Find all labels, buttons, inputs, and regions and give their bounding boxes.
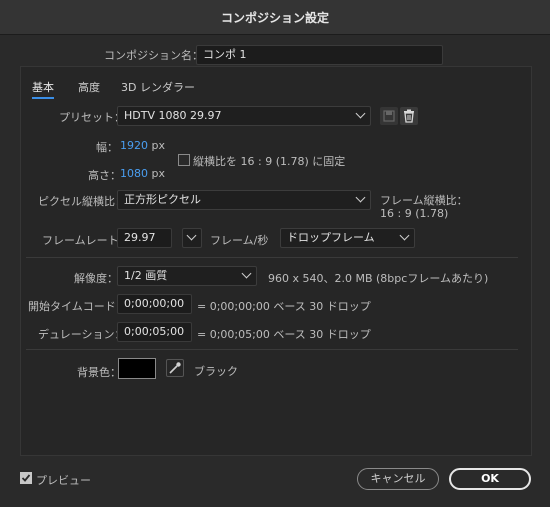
delete-preset-button[interactable]	[400, 107, 418, 125]
checkmark-icon	[21, 474, 31, 482]
save-preset-icon	[383, 110, 395, 122]
duration-input[interactable]: 0;00;05;00	[117, 322, 192, 342]
eyedropper-icon	[169, 362, 181, 374]
preset-label: プリセット：	[59, 111, 125, 124]
cancel-button[interactable]: キャンセル	[357, 468, 439, 490]
start-timecode-input[interactable]: 0;00;00;00	[117, 294, 192, 314]
preview-checkbox[interactable]	[20, 472, 32, 484]
preview-label: プレビュー	[36, 474, 91, 487]
preset-dropdown[interactable]: HDTV 1080 29.97	[117, 106, 371, 126]
background-color-swatch[interactable]	[118, 358, 156, 379]
eyedropper-button[interactable]	[166, 359, 184, 377]
lock-aspect-label: 縦横比を 16 : 9 (1.78) に固定	[193, 155, 346, 168]
chevron-down-icon	[241, 268, 252, 279]
title-bar: コンポジション設定	[0, 0, 550, 35]
window-title: コンポジション設定	[220, 11, 329, 25]
pixel-aspect-dropdown[interactable]: 正方形ピクセル	[117, 190, 371, 210]
duration-info: = 0;00;05;00 ベース 30 ドロップ	[197, 328, 371, 341]
start-timecode-label: 開始タイムコード：	[28, 300, 127, 313]
frame-rate-unit: フレーム/秒	[210, 234, 269, 247]
tab-advanced[interactable]: 高度	[78, 79, 100, 95]
comp-name-input[interactable]: コンポ 1	[196, 45, 443, 65]
width-label: 幅：	[96, 141, 118, 154]
chevron-down-icon	[355, 108, 366, 119]
chevron-down-icon	[355, 192, 366, 203]
height-value[interactable]: 1080	[120, 167, 148, 180]
frame-rate-menu-button[interactable]	[182, 228, 202, 248]
divider	[26, 349, 518, 350]
resolution-info: 960 x 540、2.0 MB (8bpcフレームあたり)	[268, 272, 489, 285]
frame-aspect-label: フレーム縦横比：	[380, 194, 468, 207]
pixel-aspect-label: ピクセル縦横比：	[38, 195, 126, 208]
background-color-name: ブラック	[194, 365, 238, 378]
height-unit: px	[151, 167, 166, 180]
lock-aspect-checkbox[interactable]	[178, 154, 190, 166]
drop-frame-dropdown[interactable]: ドロップフレーム	[280, 228, 415, 248]
preset-value: HDTV 1080 29.97	[124, 109, 222, 122]
chevron-down-icon	[186, 230, 197, 241]
frame-aspect-value: 16 : 9 (1.78)	[380, 207, 449, 220]
frame-rate-input[interactable]: 29.97	[117, 228, 172, 248]
drop-frame-value: ドロップフレーム	[287, 231, 375, 244]
background-label: 背景色：	[77, 366, 121, 379]
ok-button[interactable]: OK	[449, 468, 531, 490]
comp-name-label: コンポジション名：	[104, 49, 203, 62]
start-timecode-info: = 0;00;00;00 ベース 30 ドロップ	[197, 300, 371, 313]
width-field[interactable]: 1920 px	[120, 139, 165, 152]
resolution-value: 1/2 画質	[124, 269, 168, 282]
save-preset-button[interactable]	[380, 107, 398, 125]
resolution-label: 解像度：	[74, 272, 118, 285]
resolution-dropdown[interactable]: 1/2 画質	[117, 266, 257, 286]
tab-basic[interactable]: 基本	[32, 79, 54, 99]
width-unit: px	[151, 139, 166, 152]
height-label: 高さ：	[88, 169, 121, 182]
chevron-down-icon	[399, 230, 410, 241]
width-value[interactable]: 1920	[120, 139, 148, 152]
tab-3d-renderer[interactable]: 3D レンダラー	[121, 79, 195, 95]
pixel-aspect-value: 正方形ピクセル	[124, 193, 201, 206]
duration-label: デュレーション：	[38, 328, 126, 341]
trash-icon	[404, 109, 414, 123]
height-field[interactable]: 1080 px	[120, 167, 165, 180]
divider	[26, 257, 518, 258]
